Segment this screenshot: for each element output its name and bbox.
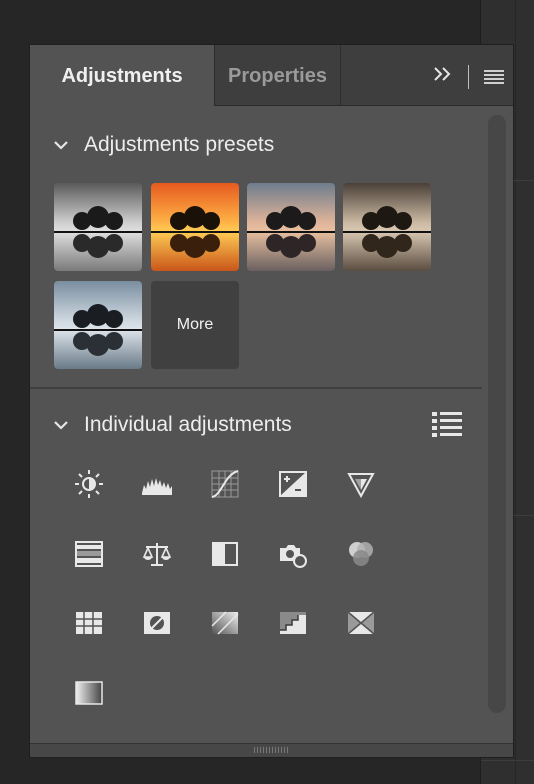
brightness-contrast-icon[interactable] xyxy=(74,469,104,499)
collapse-panel-icon[interactable] xyxy=(432,63,454,85)
invert-icon[interactable] xyxy=(142,608,172,638)
individual-section-title: Individual adjustments xyxy=(84,413,292,436)
channel-mixer-icon[interactable] xyxy=(346,539,376,569)
individual-section-header[interactable]: Individual adjustments xyxy=(52,410,292,440)
threshold-icon[interactable] xyxy=(278,608,308,638)
vibrance-icon[interactable] xyxy=(346,469,376,499)
dock-divider xyxy=(515,0,516,784)
gradient-map-icon[interactable] xyxy=(74,678,104,708)
preset-thumbnail-sunset-orange[interactable] xyxy=(151,183,239,271)
resize-grip-icon[interactable] xyxy=(254,747,290,753)
more-presets-button[interactable]: More xyxy=(151,281,239,369)
levels-icon[interactable] xyxy=(142,469,172,499)
chevron-down-icon xyxy=(54,421,68,430)
panel-scrollbar[interactable] xyxy=(488,115,506,713)
tab-properties[interactable]: Properties xyxy=(215,45,341,105)
panel-tab-bar: Adjustments Properties xyxy=(30,45,513,106)
presets-section-header[interactable]: Adjustments presets xyxy=(52,130,274,160)
hue-saturation-icon[interactable] xyxy=(74,539,104,569)
preset-thumbnail-cool-blue[interactable] xyxy=(54,281,142,369)
preset-thumbnail-warm-pastel[interactable] xyxy=(247,183,335,271)
photo-filter-icon[interactable] xyxy=(278,539,308,569)
exposure-icon[interactable] xyxy=(278,469,308,499)
color-lookup-icon[interactable] xyxy=(74,608,104,638)
tab-adjustments[interactable]: Adjustments xyxy=(30,45,215,106)
preset-thumbnail-sepia[interactable] xyxy=(343,183,431,271)
panel-menu-icon[interactable] xyxy=(484,69,504,85)
selective-color-icon[interactable] xyxy=(346,608,376,638)
curves-icon[interactable] xyxy=(210,469,240,499)
color-balance-icon[interactable] xyxy=(142,539,172,569)
black-white-icon[interactable] xyxy=(210,539,240,569)
list-view-icon[interactable] xyxy=(432,411,462,437)
section-divider xyxy=(30,387,482,389)
adjustments-panel: Adjustments Properties Adjustments prese… xyxy=(29,44,514,758)
presets-section-title: Adjustments presets xyxy=(84,133,275,156)
chevron-down-icon xyxy=(54,141,68,150)
dock-separator xyxy=(481,760,534,761)
panel-resize-bar[interactable] xyxy=(30,743,513,757)
posterize-icon[interactable] xyxy=(210,608,240,638)
tab-bar-divider xyxy=(468,65,469,89)
preset-thumbnail-black-and-white[interactable] xyxy=(54,183,142,271)
